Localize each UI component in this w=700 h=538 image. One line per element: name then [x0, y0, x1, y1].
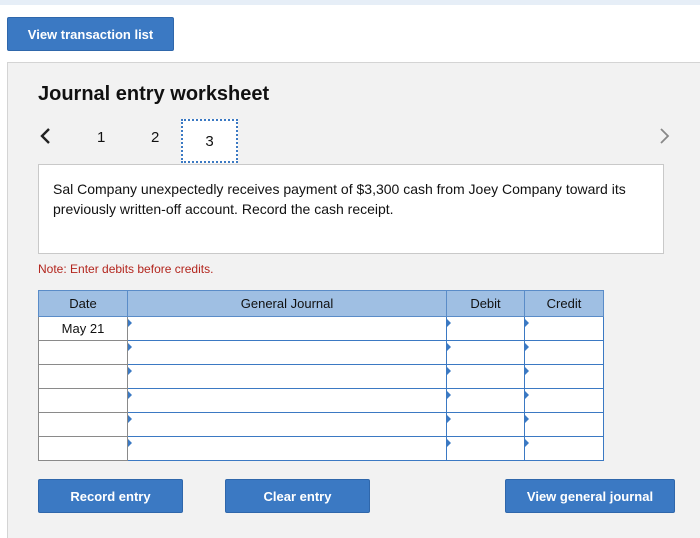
date-cell	[38, 388, 128, 413]
page-2-link[interactable]: 2	[151, 129, 159, 146]
account-input[interactable]	[127, 388, 447, 413]
header-general-journal: General Journal	[127, 290, 447, 317]
date-cell	[38, 364, 128, 389]
note-text: Note: Enter debits before credits.	[38, 262, 214, 276]
date-cell	[38, 436, 128, 461]
debit-input[interactable]	[446, 388, 525, 413]
page-navigator: 1 2 3	[8, 119, 700, 167]
debit-input[interactable]	[446, 316, 525, 341]
header-date: Date	[38, 290, 128, 317]
clear-entry-button[interactable]: Clear entry	[225, 479, 370, 513]
table-row	[38, 388, 604, 413]
table-row	[38, 436, 604, 461]
chevron-right-icon[interactable]	[654, 125, 674, 147]
credit-input[interactable]	[524, 412, 604, 437]
header-credit: Credit	[524, 290, 604, 317]
page-1-link[interactable]: 1	[97, 129, 105, 146]
date-cell	[38, 412, 128, 437]
header-debit: Debit	[446, 290, 525, 317]
credit-input[interactable]	[524, 388, 604, 413]
top-strip	[0, 0, 700, 5]
debit-input[interactable]	[446, 412, 525, 437]
table-row: May 21	[38, 316, 604, 341]
credit-input[interactable]	[524, 436, 604, 461]
chevron-left-icon[interactable]	[36, 125, 56, 147]
date-cell	[38, 340, 128, 365]
page-3-link[interactable]: 3	[181, 119, 238, 163]
account-input[interactable]	[127, 340, 447, 365]
credit-input[interactable]	[524, 340, 604, 365]
table-row	[38, 412, 604, 437]
debit-input[interactable]	[446, 340, 525, 365]
record-entry-button[interactable]: Record entry	[38, 479, 183, 513]
view-transaction-list-button[interactable]: View transaction list	[7, 17, 174, 51]
account-input[interactable]	[127, 436, 447, 461]
worksheet-title: Journal entry worksheet	[38, 83, 270, 105]
table-header-row: Date General Journal Debit Credit	[38, 290, 604, 317]
table-row	[38, 364, 604, 389]
journal-table: Date General Journal Debit Credit May 21	[38, 290, 604, 461]
account-input[interactable]	[127, 412, 447, 437]
credit-input[interactable]	[524, 316, 604, 341]
debit-input[interactable]	[446, 364, 525, 389]
view-general-journal-button[interactable]: View general journal	[505, 479, 675, 513]
debit-input[interactable]	[446, 436, 525, 461]
account-input[interactable]	[127, 316, 447, 341]
scenario-text: Sal Company unexpectedly receives paymen…	[38, 164, 664, 254]
account-input[interactable]	[127, 364, 447, 389]
date-cell: May 21	[38, 316, 128, 341]
journal-entry-panel: Journal entry worksheet 1 2 3 Sal Compan…	[7, 62, 700, 538]
table-row	[38, 340, 604, 365]
credit-input[interactable]	[524, 364, 604, 389]
